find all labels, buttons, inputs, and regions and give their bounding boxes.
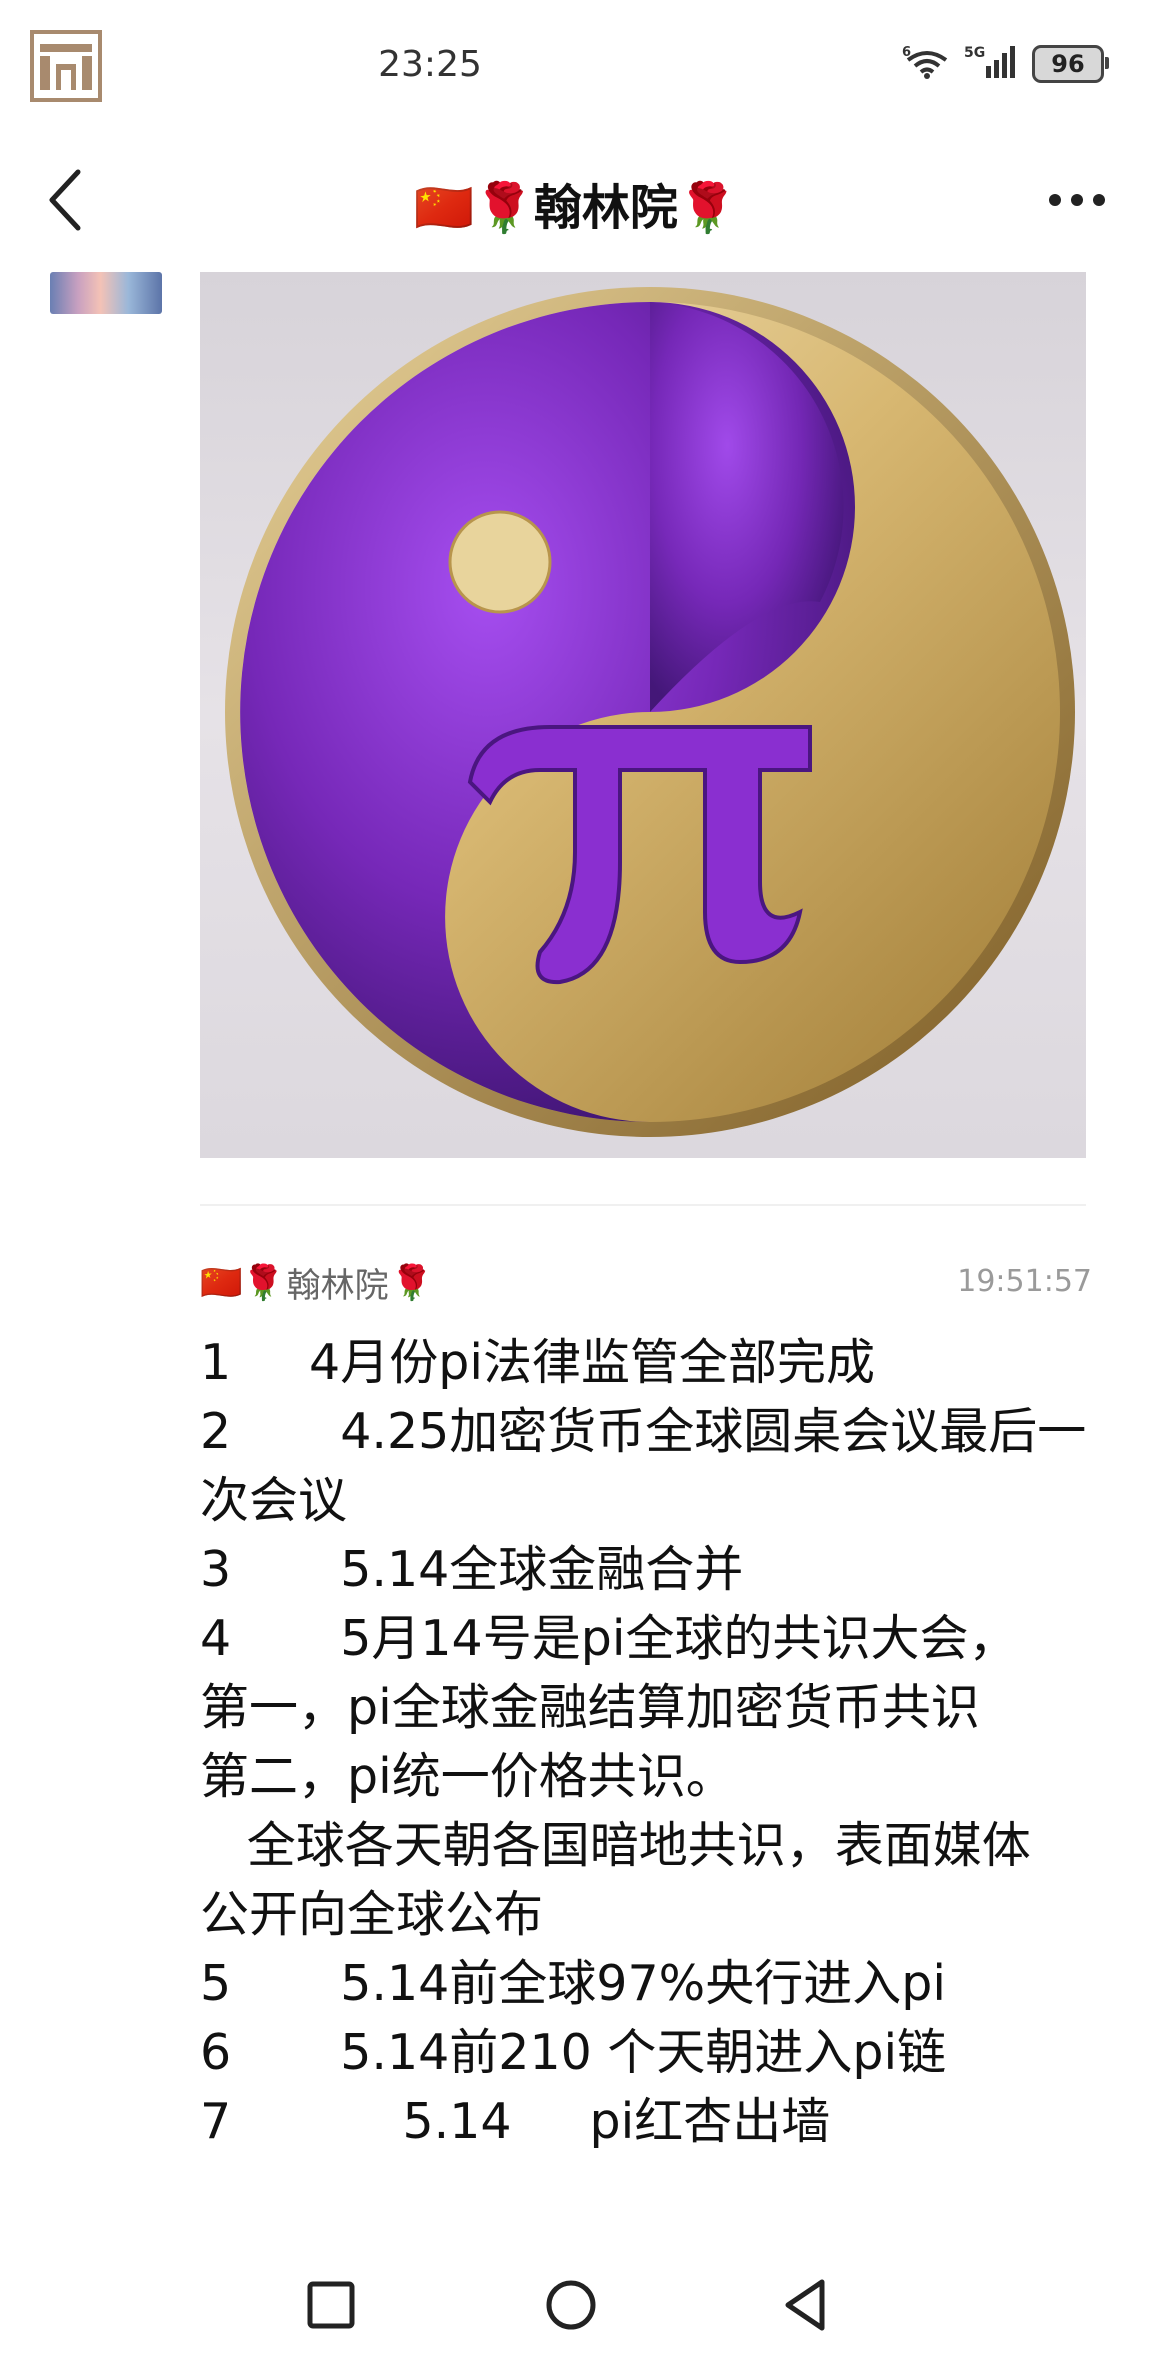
message-line: 全球各天朝各国暗地共识，表面媒体 [200,1817,1031,1874]
post-image[interactable] [200,272,1086,1158]
message-line: 7 5.14 pi红杏出墙 [200,2093,831,2150]
status-time: 23:25 [378,44,482,85]
message-line: 4 5月14号是pi全球的共识大会， [200,1610,1018,1667]
message-line: 6 5.14前210 个天朝进入pi链 [200,2024,947,2081]
avatar[interactable] [50,272,162,314]
message-sender[interactable]: 🇨🇳🌹 翰林院 🌹 [200,1258,433,1307]
message-line: 3 5.14全球金融合并 [200,1541,744,1598]
sender-emoji-left: 🇨🇳🌹 [200,1262,285,1303]
message-line: 5 5.14前全球97%央行进入pi [200,1955,946,2012]
message-line: 第二，pi统一价格共识。 [200,1748,735,1805]
sender-name: 翰林院 [286,1266,389,1306]
more-options-button[interactable] [1042,180,1112,220]
cellular-signal-icon: 5G [964,44,1020,84]
status-bar: 23:25 6 5G 96 [0,0,1152,130]
title-text: 翰林院 [533,180,678,236]
message-line: 次会议 [200,1472,348,1529]
message-header: 🇨🇳🌹 翰林院 🌹 19:51:57 [200,1258,1092,1307]
system-nav-bar [0,2240,1152,2376]
message-timestamp: 19:51:57 [957,1264,1092,1299]
message-line: 2 4.25加密货币全球圆桌会议最后一 [200,1403,1087,1460]
wifi-icon: 6 [902,44,952,84]
square-icon [307,2281,355,2329]
system-back-button[interactable] [770,2270,840,2340]
more-horizontal-icon [1049,194,1105,206]
title-emoji-right: 🌹 [677,180,738,236]
divider [200,1204,1086,1206]
home-button[interactable] [536,2270,606,2340]
message-line: 第一，pi全球金融结算加密货币共识 [200,1679,980,1736]
message-line: 公开向全球公布 [200,1886,544,1943]
circle-icon [546,2280,596,2330]
chat-header: 🇨🇳🌹翰林院🌹 [0,140,1152,260]
sender-emoji-right: 🌹 [390,1262,434,1303]
message-body: 1 4月份pi法律监管全部完成 2 4.25加密货币全球圆桌会议最后一 次会议 … [200,1328,1092,2156]
network-label: 5G [964,45,985,61]
message-line: 1 4月份pi法律监管全部完成 [200,1334,875,1391]
battery-icon: 96 [1032,45,1109,83]
title-emoji-left: 🇨🇳🌹 [414,180,534,236]
recent-apps-button[interactable] [296,2270,366,2340]
pi-yin-yang-image [225,287,1075,1137]
chat-title: 🇨🇳🌹翰林院🌹 [0,168,1152,238]
triangle-back-icon [785,2279,825,2331]
battery-level: 96 [1051,50,1085,78]
status-icons: 6 5G 96 [902,44,1109,84]
